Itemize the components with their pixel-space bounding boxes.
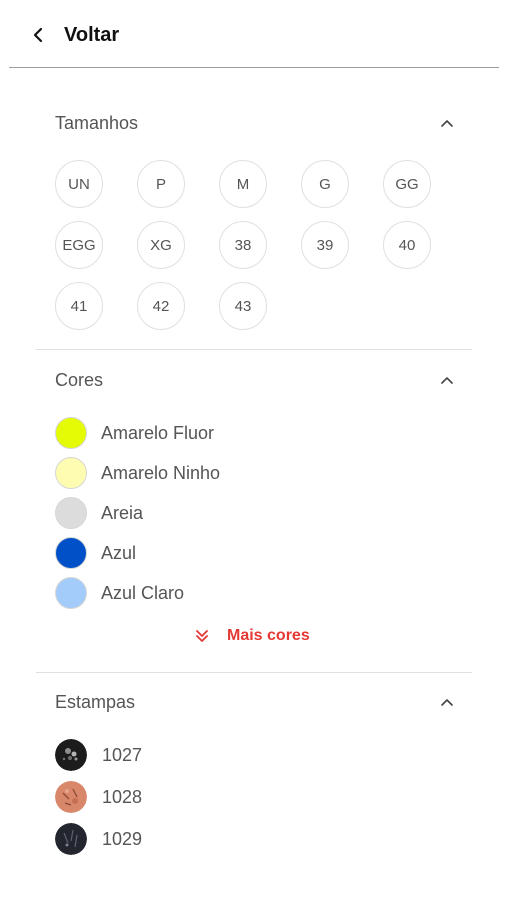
back-button[interactable]: Voltar bbox=[30, 18, 119, 52]
more-colors-button[interactable]: Mais cores bbox=[194, 626, 310, 646]
print-option-1029[interactable]: 1029 bbox=[55, 822, 142, 856]
color-label: Azul bbox=[101, 542, 137, 563]
section-divider bbox=[36, 672, 472, 673]
size-option-p[interactable]: P bbox=[137, 160, 185, 208]
double-chevron-down-icon bbox=[196, 630, 208, 642]
header-divider bbox=[9, 67, 499, 68]
print-label: 1028 bbox=[102, 786, 143, 807]
color-option-areia[interactable]: Areia bbox=[55, 496, 143, 530]
color-swatch bbox=[55, 457, 87, 489]
print-label: 1029 bbox=[102, 828, 143, 849]
color-option-azul[interactable]: Azul bbox=[55, 536, 136, 570]
color-label: Azul Claro bbox=[101, 582, 185, 603]
size-option-g[interactable]: G bbox=[301, 160, 349, 208]
print-thumbnail bbox=[55, 739, 87, 771]
print-option-1027[interactable]: 1027 bbox=[55, 738, 142, 772]
color-label: Areia bbox=[101, 502, 144, 523]
chevron-up-icon bbox=[441, 377, 453, 384]
print-thumbnail bbox=[55, 823, 87, 855]
size-option-42[interactable]: 42 bbox=[137, 282, 185, 330]
color-swatch bbox=[55, 577, 87, 609]
header: Voltar bbox=[0, 0, 506, 68]
sizes-section: Tamanhos UN P M G GG EGG XG 38 39 40 41 … bbox=[36, 108, 472, 350]
color-swatch bbox=[55, 537, 87, 569]
chevron-up-icon bbox=[441, 699, 453, 706]
sizes-section-header[interactable]: Tamanhos bbox=[36, 108, 472, 140]
size-option-39[interactable]: 39 bbox=[301, 221, 349, 269]
back-label: Voltar bbox=[64, 23, 120, 46]
section-divider bbox=[36, 349, 472, 350]
size-option-m[interactable]: M bbox=[219, 160, 267, 208]
size-option-41[interactable]: 41 bbox=[55, 282, 103, 330]
prints-title: Estampas bbox=[55, 692, 136, 712]
color-swatch bbox=[55, 417, 87, 449]
size-option-egg[interactable]: EGG bbox=[55, 221, 103, 269]
size-option-un[interactable]: UN bbox=[55, 160, 103, 208]
color-swatch bbox=[55, 497, 87, 529]
sizes-title: Tamanhos bbox=[55, 113, 139, 133]
size-option-gg[interactable]: GG bbox=[383, 160, 431, 208]
colors-title: Cores bbox=[55, 370, 104, 390]
print-option-1028[interactable]: 1028 bbox=[55, 780, 142, 814]
print-thumbnail bbox=[55, 781, 87, 813]
prints-section-header[interactable]: Estampas bbox=[36, 687, 472, 719]
color-option-amarelo-ninho[interactable]: Amarelo Ninho bbox=[55, 456, 220, 490]
chevron-left-icon bbox=[33, 27, 43, 43]
color-option-amarelo-fluor[interactable]: Amarelo Fluor bbox=[55, 416, 214, 450]
size-option-40[interactable]: 40 bbox=[383, 221, 431, 269]
color-option-azul-claro[interactable]: Azul Claro bbox=[55, 576, 184, 610]
colors-section-header[interactable]: Cores bbox=[36, 365, 472, 397]
color-label: Amarelo Ninho bbox=[101, 462, 221, 483]
size-option-xg[interactable]: XG bbox=[137, 221, 185, 269]
color-label: Amarelo Fluor bbox=[101, 422, 215, 443]
size-option-43[interactable]: 43 bbox=[219, 282, 267, 330]
more-colors-label: Mais cores bbox=[227, 627, 310, 644]
size-option-38[interactable]: 38 bbox=[219, 221, 267, 269]
print-label: 1027 bbox=[102, 744, 143, 765]
chevron-up-icon bbox=[441, 120, 453, 127]
